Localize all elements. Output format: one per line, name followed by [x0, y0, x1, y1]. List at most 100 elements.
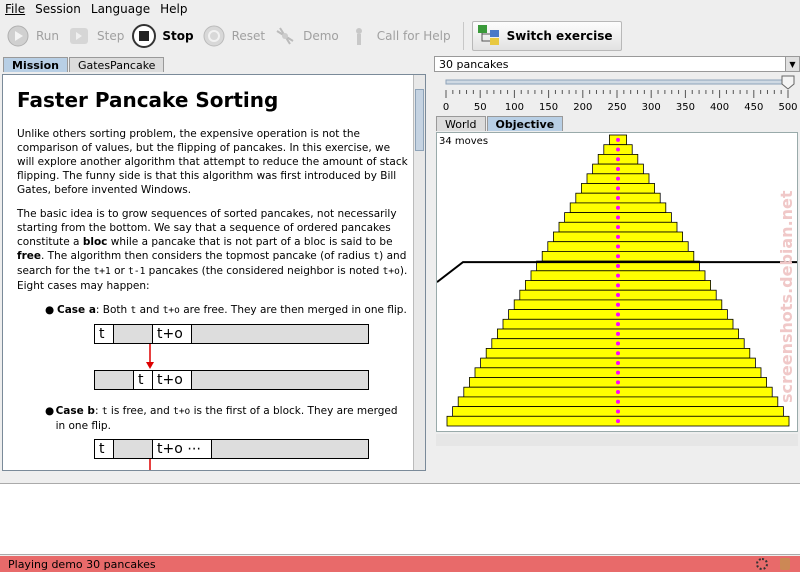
pancake-center-dot: [616, 312, 620, 317]
pancake-center-dot: [616, 273, 620, 278]
pancake-center-dot: [616, 137, 620, 142]
hand-icon: [347, 24, 371, 48]
step-icon: [67, 24, 91, 48]
pancake-center-dot: [616, 409, 620, 414]
slider-tick-label: 350: [676, 102, 695, 113]
world-panel: 30 pancakes ▼ 0 50 100 150 200 250 300 350 400 45…: [434, 56, 800, 473]
step-label: Step: [97, 29, 125, 43]
flip-arrow-b: [17, 459, 409, 470]
mission-title: Faster Pancake Sorting: [17, 88, 279, 112]
speed-slider[interactable]: 0 50 100 150 200 250 300 350 400 450 500: [434, 74, 800, 114]
pancake-center-dot: [616, 147, 620, 152]
menu-file[interactable]: File: [0, 2, 30, 16]
moves-counter: 34 moves: [439, 136, 489, 147]
slider-tick-label: 500: [778, 102, 797, 113]
chevron-down-icon[interactable]: ▼: [785, 57, 799, 71]
call-for-help-label: Call for Help: [376, 29, 451, 43]
demo-icon: [273, 24, 297, 48]
pancake-center-dot: [616, 370, 620, 375]
pancake-center-dot: [616, 196, 620, 201]
pancake-center-dot: [616, 263, 620, 268]
stop-label: Stop: [162, 29, 194, 43]
mission-paragraph-1: Unlike others sorting problem, the expen…: [17, 128, 408, 196]
toolbar: Run Step Stop Reset Demo Call for Help S…: [0, 17, 800, 55]
canvas-scrollbar[interactable]: [436, 434, 798, 446]
pancake-center-dot: [616, 331, 620, 336]
pancake-center-dot: [616, 322, 620, 327]
reset-label: Reset: [231, 29, 266, 43]
pancake-stack: [436, 134, 797, 427]
pancake-center-dot: [616, 341, 620, 346]
menu-language[interactable]: Language: [86, 2, 155, 16]
step-button[interactable]: Step: [65, 21, 130, 51]
slider-tick-label: 50: [474, 102, 487, 113]
slider-knob: [781, 75, 795, 90]
pancake-center-dot: [616, 157, 620, 162]
pancake-center-dot: [616, 234, 620, 239]
slider-tick-label: 300: [642, 102, 661, 113]
case-a-item: ● Case a: Both t and t+o are free. They …: [45, 304, 407, 316]
stop-icon: [132, 24, 157, 48]
pancake-center-dot: [616, 254, 620, 259]
svg-text:screenshots.debian.net: screenshots.debian.net: [777, 190, 796, 403]
demo-label: Demo: [303, 29, 339, 43]
mission-panel: Mission GatesPancake Faster Pancake Sort…: [0, 56, 430, 473]
tab-mission[interactable]: Mission: [3, 57, 68, 72]
pancake-center-dot: [616, 360, 620, 365]
case-b-diagram-before: t t+o ⋯: [94, 439, 409, 459]
pancake-center-dot: [616, 293, 620, 298]
slider-tick-label: 450: [744, 102, 763, 113]
pancake-center-dot: [616, 419, 620, 424]
tab-gatespancake[interactable]: GatesPancake: [68, 57, 165, 72]
pancake-canvas: 34 moves: [436, 132, 798, 432]
demo-button[interactable]: Demo: [271, 21, 345, 51]
menu-session[interactable]: Session: [30, 2, 86, 16]
mission-scrollbar[interactable]: [413, 75, 425, 470]
case-a-diagram-after: t t+o: [94, 370, 409, 390]
java-icon: [780, 558, 790, 570]
left-tab-bar: Mission GatesPancake: [0, 56, 430, 72]
toolbar-separator: [462, 22, 464, 50]
run-label: Run: [36, 29, 60, 43]
slider-tick-label: 250: [607, 102, 626, 113]
right-tab-bar: World Objective: [436, 116, 564, 132]
tab-world[interactable]: World: [436, 116, 486, 131]
slider-tick-label: 0: [443, 102, 449, 113]
slider-tick-label: 100: [505, 102, 524, 113]
progress-spinner-icon: [756, 558, 768, 570]
pancake-center-dot: [616, 302, 620, 307]
menu-bar: File Session Language Help: [0, 0, 800, 17]
output-console[interactable]: [0, 483, 800, 555]
call-for-help-button[interactable]: Call for Help: [345, 21, 457, 51]
status-text: Playing demo 30 pancakes: [8, 557, 156, 571]
pancake-center-dot: [616, 380, 620, 385]
run-button[interactable]: Run: [4, 21, 65, 51]
switch-exercise-label: Switch exercise: [506, 29, 613, 43]
slider-track: [445, 79, 789, 85]
mission-document: Faster Pancake Sorting Unlike others sor…: [2, 74, 426, 471]
pancake-center-dot: [616, 186, 620, 191]
exercise-tree-icon: [477, 24, 503, 48]
case-a-diagram-before: t t+o: [94, 324, 409, 344]
tab-objective[interactable]: Objective: [486, 116, 564, 131]
reset-button[interactable]: Reset: [200, 21, 272, 51]
watermark: screenshots.debian.net: [777, 190, 796, 403]
switch-exercise-button[interactable]: Switch exercise: [471, 21, 622, 51]
play-icon: [6, 24, 30, 48]
pancake-center-dot: [616, 176, 620, 181]
slider-tick-label: 200: [573, 102, 592, 113]
menu-help[interactable]: Help: [155, 2, 192, 16]
slider-tick-label: 150: [539, 102, 558, 113]
pancake-center-dot: [616, 166, 620, 171]
pancake-center-dot: [616, 390, 620, 395]
world-selector-value: 30 pancakes: [439, 57, 509, 71]
stop-button[interactable]: Stop: [130, 21, 199, 51]
scrollbar-thumb[interactable]: [415, 89, 424, 151]
world-selector[interactable]: 30 pancakes ▼: [434, 56, 800, 72]
slider-tick-label: 400: [710, 102, 729, 113]
mission-paragraph-2: The basic idea is to grow sequences of s…: [17, 208, 408, 292]
pancake-center-dot: [616, 225, 620, 230]
pancake-center-dot: [616, 283, 620, 288]
pancake-center-dot: [616, 215, 620, 220]
pancake-center-dot: [616, 244, 620, 249]
